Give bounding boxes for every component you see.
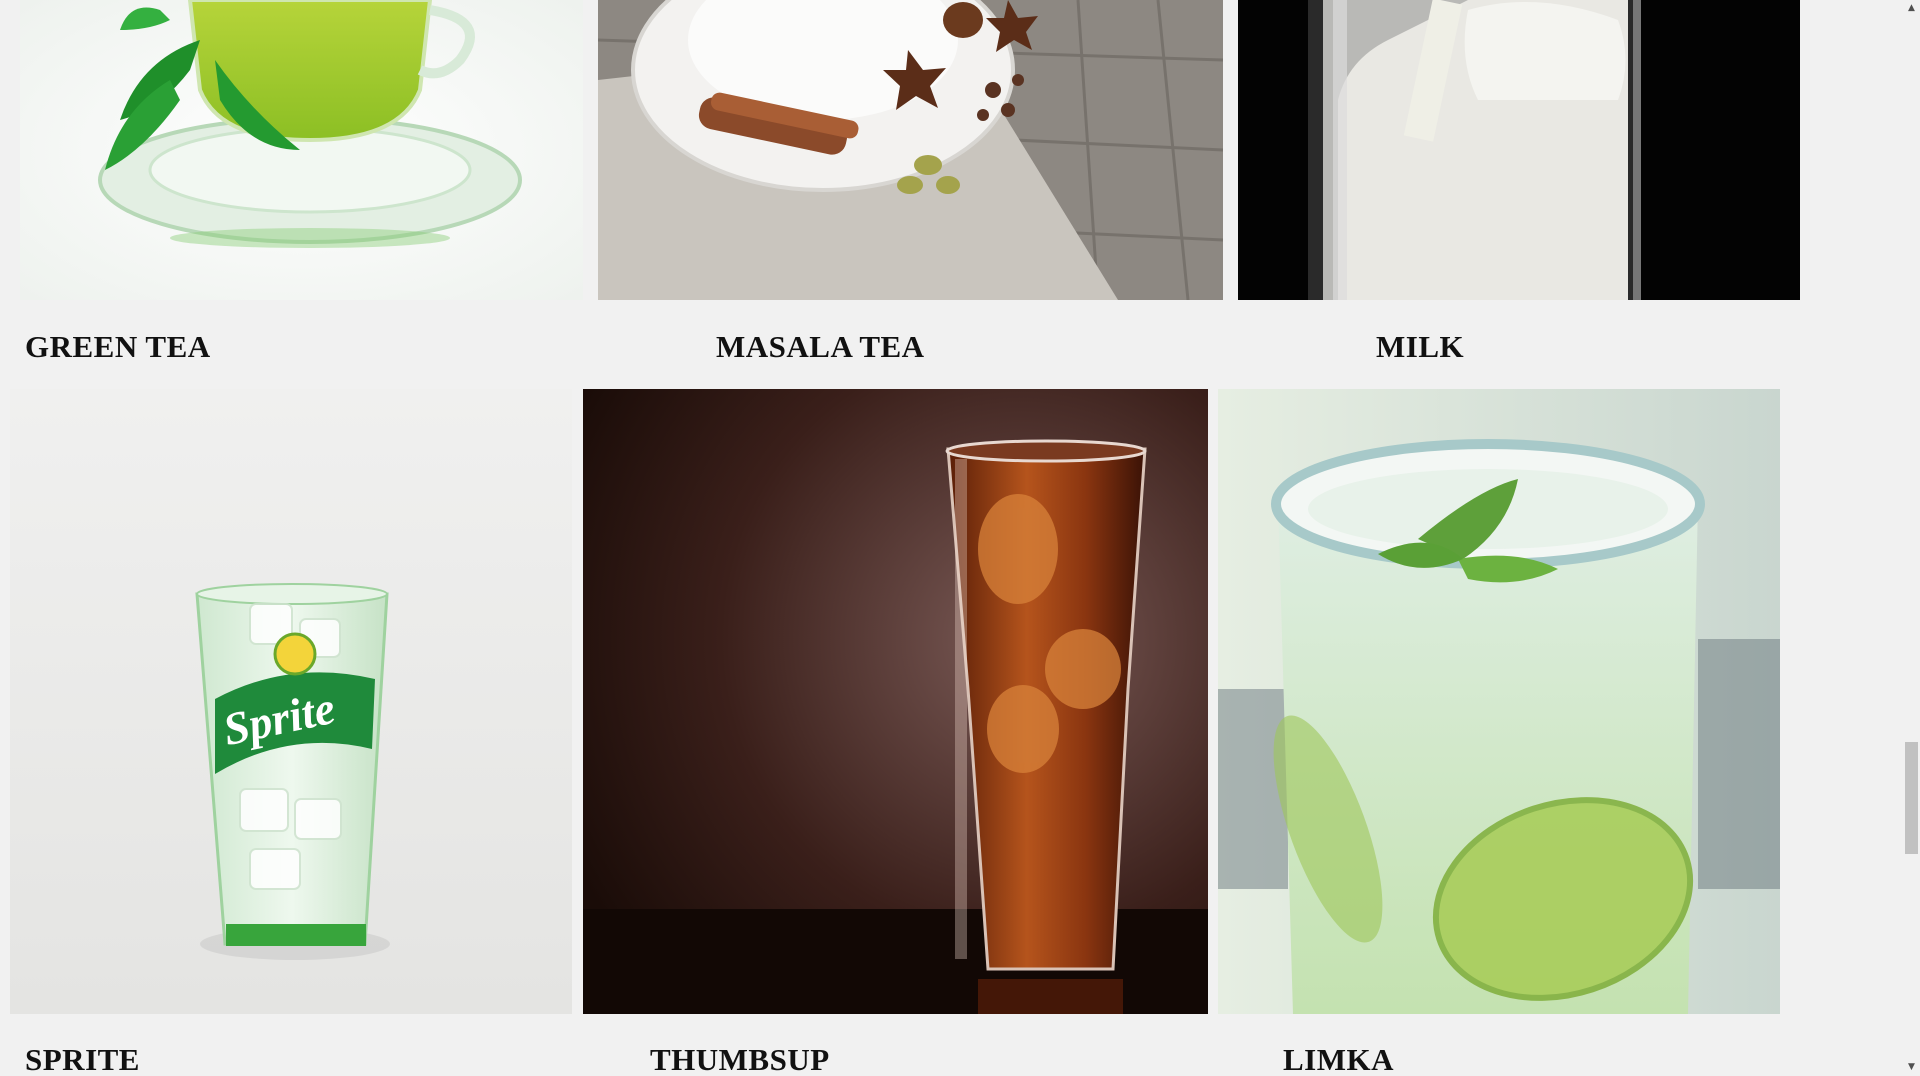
green-tea-cup-icon [20, 0, 583, 300]
masala-tea-image[interactable] [598, 0, 1223, 300]
vertical-scrollbar[interactable]: ▲ ▼ [1903, 0, 1920, 1076]
menu-item-label-milk: MILK [1376, 329, 1465, 364]
menu-item-label-sprite: SPRITE [25, 1042, 140, 1076]
green-tea-image[interactable] [20, 0, 583, 300]
sprite-image[interactable]: Sprite [10, 389, 572, 1014]
thumbsup-image[interactable] [583, 389, 1208, 1014]
menu-page: GREEN TEA MASALA TEA MILK Sprite SPRITE … [0, 0, 1920, 1076]
milk-glass-icon [1238, 0, 1800, 300]
menu-item-label-green-tea: GREEN TEA [25, 329, 211, 364]
menu-item-label-thumbsup: THUMBSUP [650, 1042, 830, 1076]
scroll-up-arrow-icon[interactable]: ▲ [1903, 0, 1920, 17]
lemon-drink-glass-icon [1218, 389, 1780, 1014]
scroll-down-arrow-icon[interactable]: ▼ [1903, 1059, 1920, 1076]
masala-tea-spices-icon [598, 0, 1223, 300]
menu-item-label-limka: LIMKA [1283, 1042, 1394, 1076]
limka-image[interactable] [1218, 389, 1780, 1014]
milk-image[interactable] [1238, 0, 1800, 300]
menu-item-label-masala-tea: MASALA TEA [716, 329, 925, 364]
scrollbar-thumb[interactable] [1905, 742, 1918, 854]
sprite-glass-icon: Sprite [10, 389, 572, 1014]
cola-glass-icon [583, 389, 1208, 1014]
